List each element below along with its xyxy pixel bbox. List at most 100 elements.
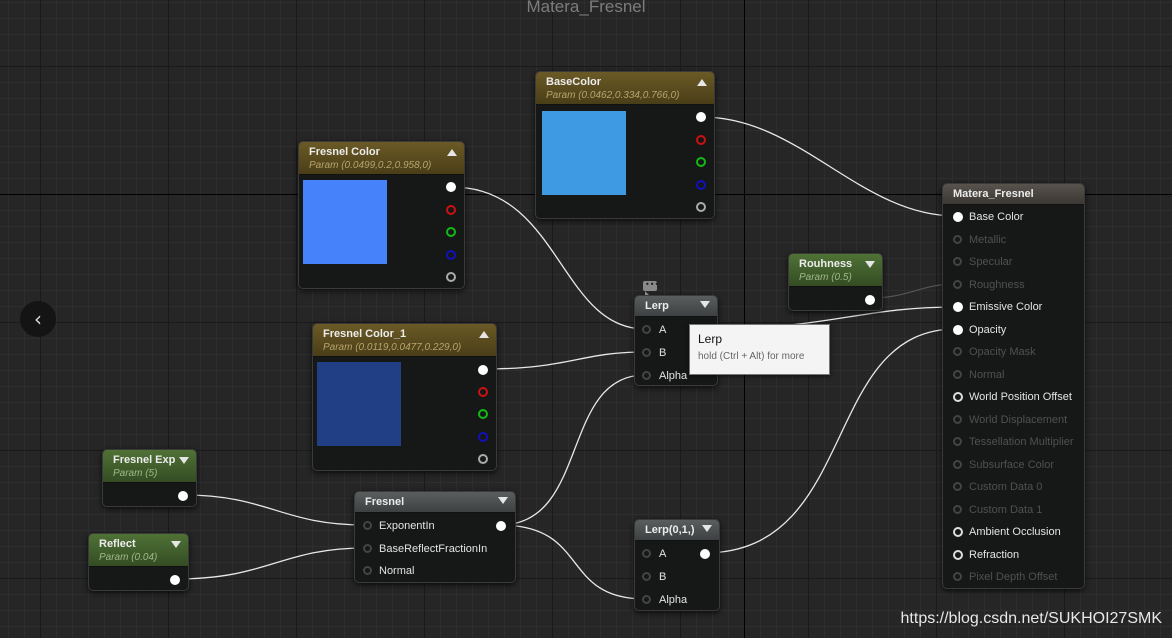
fresnel-color-swatch: [303, 180, 387, 264]
rouhness-subtitle: Param (0.5): [799, 272, 852, 283]
material-input-pin[interactable]: [953, 212, 963, 222]
wire-fresnel-to-lerp-alpha: [499, 374, 646, 526]
chevron-left-icon: ‹: [34, 307, 42, 331]
material-input-label: Emissive Color: [969, 301, 1043, 313]
rouhness-header[interactable]: Rouhness Param (0.5): [789, 254, 882, 287]
rouhness-output-pin[interactable]: [865, 295, 875, 305]
lerp01-node[interactable]: Lerp(0,1,) A B Alpha: [634, 519, 720, 611]
material-input-pin[interactable]: [953, 482, 962, 491]
material-input-label: Tessellation Multiplier: [969, 436, 1074, 448]
collapse-arrow-icon[interactable]: [179, 457, 189, 464]
material-input-label: Opacity: [969, 323, 1007, 336]
fresnel-color-1-a-pin[interactable]: [478, 454, 488, 464]
lerp-header[interactable]: Lerp: [635, 296, 717, 317]
collapse-arrow-icon[interactable]: [447, 149, 457, 156]
material-result-node[interactable]: Matera_Fresnel Base Color Metallic Specula…: [942, 183, 1085, 589]
material-input-pin[interactable]: [953, 324, 963, 335]
collapse-arrow-icon[interactable]: [498, 497, 508, 504]
material-input-pin[interactable]: [953, 369, 962, 379]
material-input-label: Metallic: [969, 233, 1007, 246]
lerp-tooltip: Lerp hold (Ctrl + Alt) for more: [689, 324, 830, 375]
comment-bubble-icon[interactable]: •••: [643, 280, 659, 295]
watermark: https://blog.csdn.net/SUKHOI27SMK: [900, 610, 1162, 627]
collapse-arrow-icon[interactable]: [702, 525, 712, 532]
material-input-pin[interactable]: [953, 459, 962, 469]
lerp-b-pin[interactable]: [642, 348, 651, 357]
fresnel-exp-title: Fresnel Exp: [113, 454, 176, 466]
fresnel-node[interactable]: Fresnel ExponentIn BaseReflectFractionIn…: [354, 491, 516, 583]
material-input-label: Base Color: [969, 211, 1024, 223]
grid-axis-vertical: [744, 0, 745, 638]
material-input-pin[interactable]: [953, 302, 963, 312]
material-input-pin[interactable]: [953, 392, 963, 402]
lerp01-alpha-pin[interactable]: [642, 595, 651, 604]
lerp01-output-pin[interactable]: [700, 549, 710, 559]
lerp01-b-pin[interactable]: [642, 572, 651, 581]
fresnel-output-pin[interactable]: [496, 521, 506, 531]
fresnel-color-r-pin[interactable]: [446, 205, 456, 215]
fresnel-color-1-g-pin[interactable]: [478, 409, 488, 419]
base-reflect-fraction-in-pin[interactable]: [363, 544, 372, 553]
fresnel-color-b-pin[interactable]: [446, 250, 456, 260]
material-title: Matera_Fresnel: [953, 188, 1034, 200]
fresnel-color-a-pin[interactable]: [446, 272, 456, 282]
rouhness-title: Rouhness: [799, 258, 853, 270]
material-input-pin[interactable]: [953, 257, 962, 266]
lerp-alpha-label: Alpha: [659, 370, 688, 382]
fresnel-exp-header[interactable]: Fresnel Exp Param (5): [103, 450, 196, 483]
collapse-arrow-icon[interactable]: [700, 301, 710, 308]
fresnel-color-g-pin[interactable]: [446, 227, 456, 237]
wire-fresnel-to-lerp01-alpha: [499, 524, 646, 600]
fresnel-exp-node[interactable]: Fresnel Exp Param (5): [102, 449, 197, 507]
fresnel-header[interactable]: Fresnel: [355, 492, 515, 513]
fresnel-color-rgb-pin[interactable]: [446, 182, 456, 192]
lerp01-header[interactable]: Lerp(0,1,): [635, 520, 719, 541]
material-input-pin[interactable]: [953, 437, 962, 446]
material-input-label: Ambient Occlusion: [969, 526, 1061, 538]
reflect-output-pin[interactable]: [170, 575, 180, 585]
fresnel-color-1-node[interactable]: Fresnel Color_1 Param (0.0119,0.0477,0.2…: [312, 323, 497, 471]
rouhness-node[interactable]: Rouhness Param (0.5): [788, 253, 883, 311]
lerp-a-label: A: [659, 324, 667, 336]
collapse-arrow-icon[interactable]: [479, 331, 489, 338]
material-input-pin[interactable]: [953, 527, 963, 537]
basecolor-title: BaseColor: [546, 76, 602, 88]
lerp01-a-pin[interactable]: [642, 549, 651, 558]
material-input-pin[interactable]: [953, 504, 962, 514]
basecolor-rgb-pin[interactable]: [696, 112, 706, 122]
exponent-in-label: ExponentIn: [379, 520, 435, 532]
material-input-pin[interactable]: [953, 549, 963, 560]
wire-fresnel-color1-to-lerp-b: [483, 351, 646, 370]
lerp-alpha-pin[interactable]: [642, 371, 651, 380]
collapse-arrow-icon[interactable]: [865, 261, 875, 268]
collapse-arrow-icon[interactable]: [171, 541, 181, 548]
fresnel-color-1-b-pin[interactable]: [478, 432, 488, 442]
exponent-in-pin[interactable]: [363, 521, 372, 530]
basecolor-r-pin[interactable]: [696, 135, 706, 145]
collapse-arrow-icon[interactable]: [697, 79, 707, 86]
fresnel-color-1-r-pin[interactable]: [478, 387, 488, 397]
wire-fresnel-exp-to-exponent: [182, 494, 367, 526]
fresnel-color-header[interactable]: Fresnel Color Param (0.0499,0.2,0.958,0): [299, 142, 464, 175]
fresnel-color-1-rgb-pin[interactable]: [478, 365, 488, 375]
material-input-pin[interactable]: [953, 279, 962, 289]
basecolor-a-pin[interactable]: [696, 202, 706, 212]
fresnel-color-1-header[interactable]: Fresnel Color_1 Param (0.0119,0.0477,0.2…: [313, 324, 496, 357]
basecolor-header[interactable]: BaseColor Param (0.0462,0.334,0.766,0): [536, 72, 714, 105]
basecolor-b-pin[interactable]: [696, 180, 706, 190]
graph-title: Matera_Fresnel: [526, 0, 646, 16]
material-input-pin[interactable]: [953, 347, 962, 356]
basecolor-g-pin[interactable]: [696, 157, 706, 167]
lerp-a-pin[interactable]: [642, 325, 651, 334]
reflect-node[interactable]: Reflect Param (0.04): [88, 533, 189, 591]
material-input-pin[interactable]: [953, 234, 962, 244]
fresnel-color-node[interactable]: Fresnel Color Param (0.0499,0.2,0.958,0): [298, 141, 465, 289]
material-input-pin[interactable]: [953, 572, 962, 581]
normal-in-pin[interactable]: [363, 566, 372, 575]
basecolor-node[interactable]: BaseColor Param (0.0462,0.334,0.766,0): [535, 71, 715, 219]
back-button[interactable]: ‹: [20, 301, 56, 337]
material-input-pin[interactable]: [953, 414, 962, 424]
reflect-header[interactable]: Reflect Param (0.04): [89, 534, 188, 567]
fresnel-exp-output-pin[interactable]: [178, 491, 188, 501]
material-header[interactable]: Matera_Fresnel: [943, 184, 1084, 205]
